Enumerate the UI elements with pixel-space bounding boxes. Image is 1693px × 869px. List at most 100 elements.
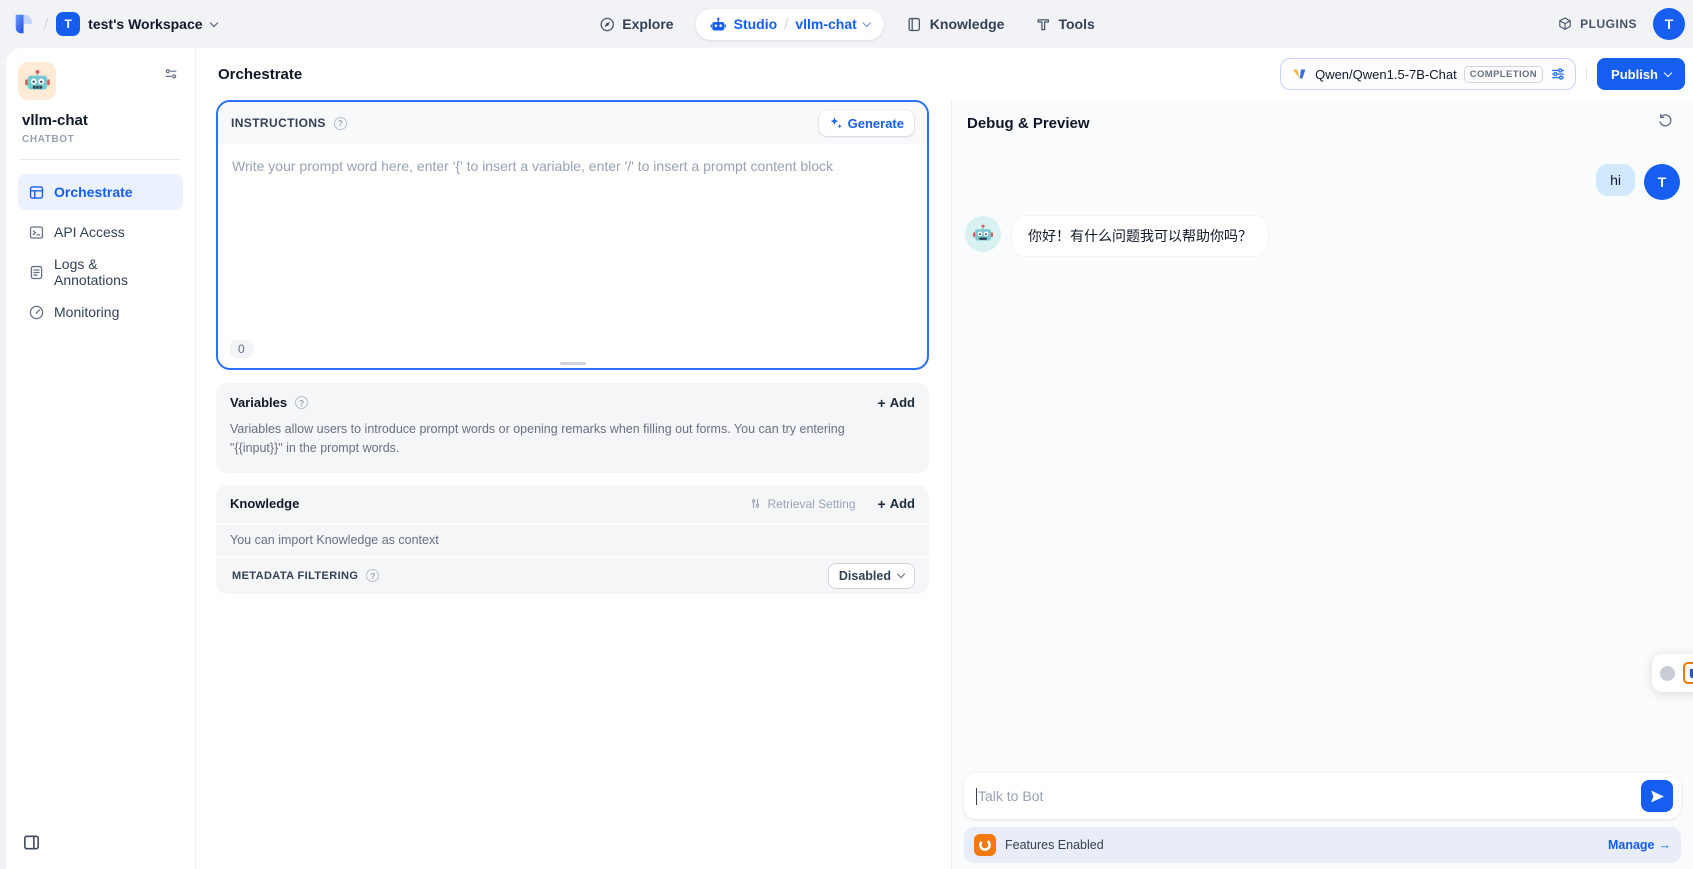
chat-input[interactable] — [978, 788, 1641, 804]
floating-extension-widget[interactable] — [1652, 654, 1693, 692]
chevron-down-icon — [897, 570, 905, 578]
bot-chat-avatar — [965, 216, 1001, 252]
features-bar: Features Enabled Manage → — [964, 827, 1681, 863]
help-icon[interactable]: ? — [366, 569, 379, 582]
chat-area: hi T — [952, 146, 1693, 773]
plugins-button[interactable]: PLUGINS — [1557, 16, 1637, 32]
collapse-sidebar-button[interactable] — [22, 833, 41, 857]
compass-icon — [598, 16, 615, 33]
publish-button[interactable]: Publish — [1597, 58, 1685, 90]
chevron-down-icon[interactable] — [209, 18, 217, 26]
debug-preview-title: Debug & Preview — [967, 115, 1090, 132]
workspace-name[interactable]: test's Workspace — [88, 16, 202, 32]
nav-explore-label: Explore — [622, 16, 673, 32]
chevron-down-icon[interactable] — [863, 18, 871, 26]
text-caret — [976, 788, 977, 805]
header-divider — [1586, 67, 1587, 81]
page-header: Orchestrate Qwen/Qwen1.5-7B-Chat COMPLET… — [196, 48, 1693, 100]
window-layout-icon — [28, 184, 45, 201]
plus-icon: + — [878, 396, 886, 410]
sidebar-item-label: API Access — [54, 224, 125, 240]
add-variable-button[interactable]: + Add — [878, 395, 915, 410]
workspace-avatar[interactable]: T — [56, 12, 80, 36]
orchestrate-config: INSTRUCTIONS ? Generate Write your promp… — [196, 100, 951, 869]
metadata-filtering-title: METADATA FILTERING — [232, 570, 358, 582]
sidebar-item-api-access[interactable]: API Access — [18, 214, 183, 250]
reset-conversation-button[interactable] — [1653, 108, 1678, 138]
sidebar-item-logs-annotations[interactable]: Logs & Annotations — [18, 254, 183, 290]
vllm-logo-icon — [1290, 65, 1308, 83]
robot-icon — [710, 16, 727, 33]
knowledge-description: You can import Knowledge as context — [216, 523, 929, 556]
instructions-title: INSTRUCTIONS — [231, 116, 326, 130]
chat-input-area: Features Enabled Manage → — [952, 773, 1693, 869]
slash-separator: / — [784, 16, 788, 33]
sidebar-item-label: Orchestrate — [54, 184, 133, 200]
publish-label: Publish — [1611, 67, 1658, 82]
sliders-icon — [163, 66, 179, 82]
nav-explore[interactable]: Explore — [590, 10, 681, 39]
sidebar-item-orchestrate[interactable]: Orchestrate — [18, 174, 183, 210]
hammer-icon — [1034, 16, 1051, 33]
add-knowledge-label: Add — [890, 496, 915, 511]
nav-current-app-label[interactable]: vllm-chat — [795, 16, 856, 32]
char-count-badge: 0 — [230, 340, 253, 358]
chat-input-row — [964, 773, 1681, 819]
sidebar-divider — [20, 159, 181, 160]
user-message-bubble: hi — [1596, 164, 1635, 196]
app-settings-button[interactable] — [159, 62, 183, 91]
help-icon[interactable]: ? — [295, 396, 308, 409]
user-chat-avatar: T — [1644, 164, 1680, 200]
paper-plane-icon — [1649, 788, 1666, 805]
tune-sliders-icon[interactable] — [1550, 66, 1566, 82]
nav-studio[interactable]: Studio / vllm-chat — [696, 9, 884, 40]
metadata-filtering-select[interactable]: Disabled — [828, 563, 915, 589]
instructions-editor[interactable]: Write your prompt word here, enter '{' t… — [218, 144, 927, 368]
dify-logo-icon[interactable] — [12, 12, 36, 36]
nav-tools[interactable]: Tools — [1026, 10, 1102, 39]
app-sidebar: vllm-chat CHATBOT Orchestrate API Access… — [6, 48, 196, 869]
sidebar-item-monitoring[interactable]: Monitoring — [18, 294, 183, 330]
help-icon[interactable]: ? — [334, 117, 347, 130]
cube-icon — [1557, 16, 1573, 32]
document-lines-icon — [28, 264, 45, 281]
variables-description: Variables allow users to introduce promp… — [216, 410, 866, 473]
features-icon — [974, 834, 996, 856]
robot-emoji-icon — [24, 68, 51, 95]
model-selector[interactable]: Qwen/Qwen1.5-7B-Chat COMPLETION — [1280, 58, 1576, 90]
rotate-ccw-icon — [1657, 112, 1674, 129]
user-avatar[interactable]: T — [1653, 8, 1685, 40]
app-type-badge: CHATBOT — [18, 134, 183, 145]
bot-message-bubble: 你好！有什么问题我可以帮助你吗？ — [1012, 216, 1268, 256]
sidebar-item-label: Logs & Annotations — [54, 256, 173, 288]
terminal-icon — [28, 224, 45, 241]
sparkles-icon — [829, 116, 843, 130]
chevron-down-icon — [1664, 68, 1672, 76]
plus-icon: + — [878, 497, 886, 511]
robot-emoji-icon — [972, 223, 994, 245]
knowledge-title: Knowledge — [230, 496, 299, 511]
retrieval-setting-button[interactable]: Retrieval Setting — [749, 497, 855, 511]
manage-features-button[interactable]: Manage → — [1608, 838, 1671, 852]
nav-studio-label: Studio — [734, 16, 778, 32]
knowledge-panel: Knowledge Retrieval Setting + Add You ca… — [216, 485, 929, 594]
generate-button[interactable]: Generate — [819, 110, 914, 136]
main-card: vllm-chat CHATBOT Orchestrate API Access… — [6, 48, 1693, 869]
add-knowledge-button[interactable]: + Add — [878, 496, 915, 511]
nav-knowledge[interactable]: Knowledge — [898, 10, 1013, 39]
gray-dot-icon — [1660, 666, 1675, 681]
debug-preview-panel: Debug & Preview hi T — [951, 100, 1693, 869]
sidebar-item-label: Monitoring — [54, 304, 119, 320]
send-button[interactable] — [1641, 780, 1673, 812]
top-nav: / T test's Workspace Explore Studio / vl… — [0, 0, 1693, 48]
nav-tools-label: Tools — [1058, 16, 1094, 32]
instructions-panel: INSTRUCTIONS ? Generate Write your promp… — [216, 100, 929, 370]
model-mode-badge: COMPLETION — [1464, 66, 1543, 83]
page-title: Orchestrate — [218, 66, 1280, 83]
add-variable-label: Add — [890, 395, 915, 410]
gauge-icon — [28, 304, 45, 321]
app-name: vllm-chat — [18, 112, 183, 129]
vertical-sliders-icon — [749, 497, 762, 510]
variables-title: Variables — [230, 395, 287, 410]
resize-handle[interactable] — [560, 362, 586, 365]
